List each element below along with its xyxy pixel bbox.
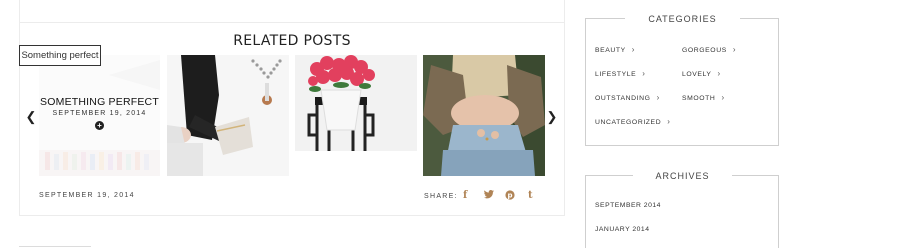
chevron-left-icon: ❮ xyxy=(25,109,37,124)
share-label: SHARE: xyxy=(424,193,458,200)
chevron-right-icon: ❯ xyxy=(546,109,558,124)
chevron-right-icon: › xyxy=(631,45,636,54)
facebook-icon[interactable]: f xyxy=(463,190,467,201)
widget-border xyxy=(585,175,633,176)
category-link[interactable]: GORGEOUS › xyxy=(682,45,736,54)
related-post-date: SEPTEMBER 19, 2014 xyxy=(52,110,147,117)
category-link[interactable]: SMOOTH › xyxy=(682,93,725,102)
post-image xyxy=(167,55,289,176)
post-image xyxy=(423,55,545,176)
post-image xyxy=(295,55,417,151)
related-post-thumbnail[interactable] xyxy=(295,55,417,151)
chevron-right-icon: › xyxy=(656,93,660,102)
divider xyxy=(19,246,91,247)
category-link[interactable]: LOVELY › xyxy=(682,69,721,78)
chevron-right-icon: › xyxy=(642,69,646,78)
category-link[interactable]: OUTSTANDING › xyxy=(595,93,660,102)
related-post-thumbnail[interactable]: SOMETHING PERFECT SEPTEMBER 19, 2014 + xyxy=(39,55,160,176)
twitter-icon[interactable] xyxy=(484,190,494,202)
categories-title: CATEGORIES xyxy=(648,14,717,24)
related-post-thumbnail[interactable] xyxy=(423,55,545,176)
carousel-prev-button[interactable]: ❮ xyxy=(25,109,37,125)
category-link[interactable]: UNCATEGORIZED › xyxy=(595,117,670,126)
archive-link[interactable]: JANUARY 2014 xyxy=(595,226,650,233)
category-link[interactable]: BEAUTY › xyxy=(595,45,635,54)
post-date: SEPTEMBER 19, 2014 xyxy=(39,192,135,199)
archive-link[interactable]: SEPTEMBER 2014 xyxy=(595,202,661,209)
widget-border xyxy=(732,175,779,176)
category-link[interactable]: LIFESTYLE › xyxy=(595,69,646,78)
widget-border xyxy=(585,18,625,19)
chevron-right-icon: › xyxy=(721,93,725,102)
related-post-title[interactable]: SOMETHING PERFECT xyxy=(39,96,160,108)
related-post-thumbnail[interactable] xyxy=(167,55,289,176)
carousel-next-button[interactable]: ❯ xyxy=(546,109,558,125)
archives-title: ARCHIVES xyxy=(655,171,710,181)
widget-border xyxy=(740,18,779,19)
divider xyxy=(19,22,565,23)
plus-icon[interactable]: + xyxy=(95,121,104,130)
tumblr-icon[interactable]: t xyxy=(528,190,533,201)
categories-widget xyxy=(585,18,779,146)
hover-tooltip: Something perfect xyxy=(19,45,101,66)
archives-widget xyxy=(585,175,779,248)
chevron-right-icon: › xyxy=(732,45,737,54)
pinterest-icon[interactable]: p xyxy=(505,190,515,203)
svg-text:p: p xyxy=(507,192,512,200)
chevron-right-icon: › xyxy=(717,69,721,78)
chevron-right-icon: › xyxy=(667,117,671,126)
